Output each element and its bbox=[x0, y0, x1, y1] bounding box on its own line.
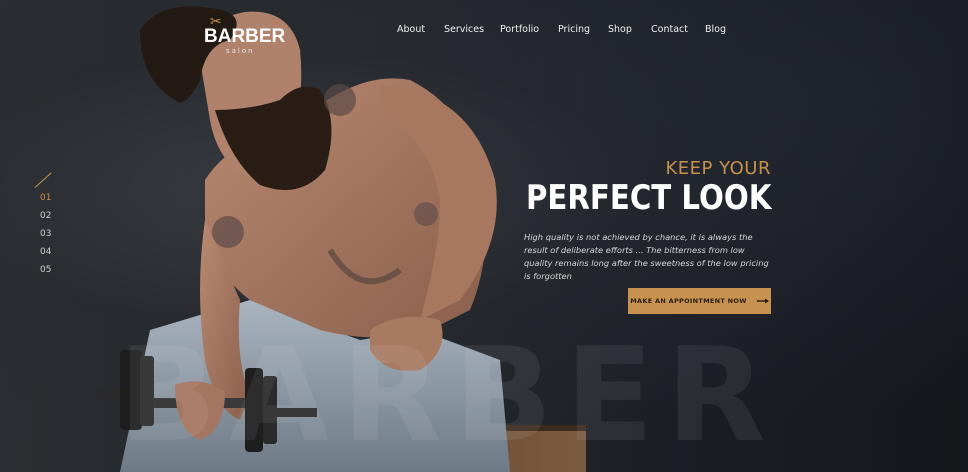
nav-item-pricing[interactable]: Pricing bbox=[558, 24, 590, 35]
make-appointment-button[interactable]: MAKE AN APPOINTMENT NOW bbox=[628, 288, 771, 314]
watermark-text: BARBER bbox=[118, 319, 778, 471]
hero-description: High quality is not achieved by chance, … bbox=[524, 232, 769, 281]
hero-title: PERFECT LOOK bbox=[525, 178, 771, 218]
nav-item-portfolio[interactable]: Portfolio bbox=[500, 24, 539, 35]
nav-item-contact[interactable]: Contact bbox=[651, 24, 688, 35]
slide-number-5[interactable]: 05 bbox=[40, 265, 51, 275]
brand-logo[interactable]: ✂ BARBER salon bbox=[204, 14, 285, 58]
nav-item-about[interactable]: About bbox=[397, 24, 425, 35]
slide-number-1[interactable]: 01 bbox=[40, 193, 51, 203]
cta-label: MAKE AN APPOINTMENT NOW bbox=[630, 297, 747, 305]
slide-number-3[interactable]: 03 bbox=[40, 229, 51, 239]
logo-subtitle: salon bbox=[226, 47, 255, 55]
arrow-right-icon bbox=[756, 298, 769, 304]
logo-word: BARBER bbox=[204, 26, 286, 47]
hero-subtitle: KEEP YOUR bbox=[665, 158, 771, 179]
hero-slide: BARBER ✂ BARBER salon About Services Por… bbox=[0, 0, 968, 472]
nav-item-services[interactable]: Services bbox=[444, 24, 484, 35]
nav-item-blog[interactable]: Blog bbox=[705, 24, 726, 35]
slide-number-4[interactable]: 04 bbox=[40, 247, 51, 257]
slide-number-2[interactable]: 02 bbox=[40, 211, 51, 221]
nav-item-shop[interactable]: Shop bbox=[608, 24, 632, 35]
